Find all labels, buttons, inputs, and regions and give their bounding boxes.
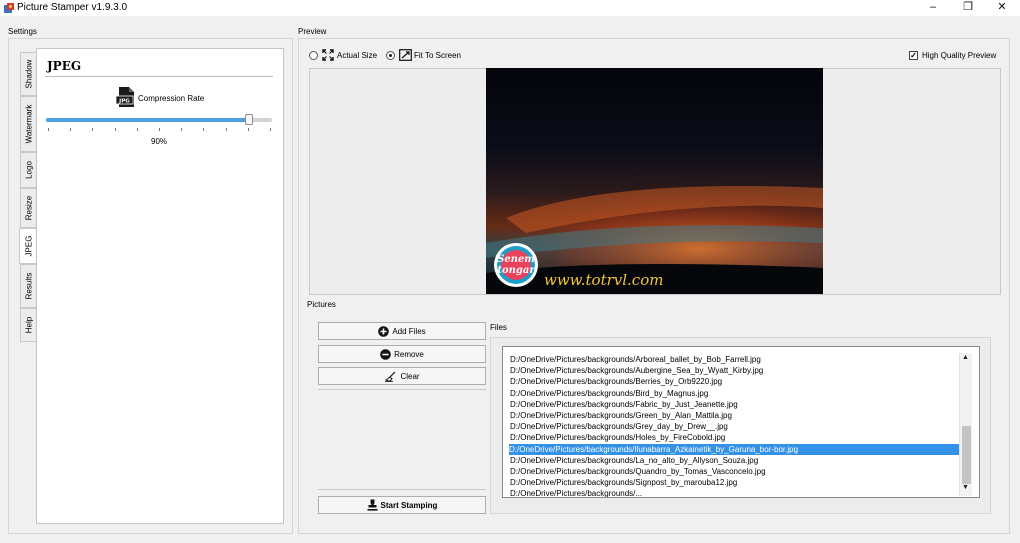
slider-tick (203, 128, 205, 131)
logo-text-bottom: tongar (497, 265, 535, 276)
tab-shadow[interactable]: Shadow (20, 52, 37, 96)
remove-button[interactable]: Remove (318, 345, 486, 363)
slider-tick (70, 128, 72, 131)
file-list[interactable]: D:/OneDrive/Pictures/backgrounds/Arborea… (502, 346, 980, 498)
slider-tick (48, 128, 49, 131)
file-list-item[interactable]: D:/OneDrive/Pictures/backgrounds/Signpos… (510, 477, 962, 488)
stamp-icon (367, 499, 378, 511)
file-list-item[interactable]: D:/OneDrive/Pictures/backgrounds/Fabric_… (510, 399, 962, 410)
tab-label: JPEG (24, 235, 34, 257)
file-list-item[interactable]: D:/OneDrive/Pictures/backgrounds/La_no_a… (510, 455, 962, 466)
minimize-button[interactable]: – (915, 0, 951, 16)
plus-circle-icon (378, 325, 390, 337)
file-list-item[interactable]: D:/OneDrive/Pictures/backgrounds/Ilunaba… (509, 443, 961, 455)
start-stamping-label: Start Stamping (380, 500, 438, 510)
file-list-scrollbar[interactable]: ▲ ▼ (959, 353, 972, 496)
slider-tick (136, 128, 138, 131)
compression-slider-fill (46, 118, 250, 122)
settings-group-label: Settings (8, 27, 37, 36)
tab-label: Resize (24, 195, 34, 221)
app-window: Picture Stamper v1.9.3.0 – ❐ ✕ Settings … (0, 0, 1020, 543)
file-list-item[interactable]: D:/OneDrive/Pictures/backgrounds/Bird_by… (510, 388, 962, 399)
compression-slider-track[interactable] (46, 118, 272, 122)
file-list-item[interactable]: D:/OneDrive/Pictures/backgrounds/Aubergi… (510, 365, 962, 376)
clear-button[interactable]: Clear (318, 367, 486, 385)
broom-icon (385, 371, 396, 382)
jpeg-title: JPEG (47, 59, 82, 73)
slider-tick (92, 128, 94, 131)
tab-results[interactable]: Results (20, 264, 37, 308)
actual-size-label[interactable]: Actual Size (337, 51, 377, 60)
jpg-icon-text: JPG (118, 98, 130, 104)
expand-icon (322, 49, 334, 61)
fit-to-screen-label[interactable]: Fit To Screen (414, 51, 461, 60)
actual-size-radio[interactable] (309, 51, 318, 60)
file-list-item[interactable]: D:/OneDrive/Pictures/backgrounds/Grey_da… (510, 421, 962, 432)
fit-screen-icon (399, 49, 412, 61)
compression-slider-handle[interactable] (245, 114, 254, 125)
tab-watermark[interactable]: Watermark (20, 96, 37, 152)
fit-to-screen-radio[interactable] (386, 51, 395, 60)
start-stamping-button[interactable]: Start Stamping (318, 496, 486, 514)
compression-rate-label: Compression Rate (138, 94, 205, 103)
compression-value: 90% (151, 137, 168, 146)
add-files-button[interactable]: Add Files (318, 322, 486, 340)
slider-tick (225, 128, 227, 131)
file-list-item[interactable]: D:/OneDrive/Pictures/backgrounds/Berries… (510, 376, 962, 387)
clear-label: Clear (400, 371, 420, 381)
stamp-divider (318, 489, 486, 490)
watermark-text: www.totrvl.com (544, 271, 663, 289)
jpg-file-icon: JPG (115, 87, 134, 107)
files-group-label: Files (490, 323, 507, 332)
title-divider (45, 76, 273, 77)
app-icon (4, 3, 14, 13)
pictures-group-label: Pictures (307, 300, 336, 309)
tab-label: Shadow (24, 59, 34, 89)
add-files-label: Add Files (392, 326, 426, 336)
tab-label: Watermark (24, 104, 34, 144)
file-list-item[interactable]: D:/OneDrive/Pictures/backgrounds/Holes_b… (510, 432, 962, 443)
file-list-item[interactable]: D:/OneDrive/Pictures/backgrounds/Quandro… (510, 466, 962, 477)
slider-tick (270, 128, 271, 131)
file-list-item[interactable]: D:/OneDrive/Pictures/backgrounds/Arborea… (510, 354, 962, 365)
slider-tick (181, 128, 183, 131)
preview-group-label: Preview (298, 27, 327, 36)
jpeg-settings-page: JPEG JPG Compression Rate 90% (36, 48, 284, 524)
slider-tick (114, 128, 116, 131)
preview-image: Senem tongar www.totrvl.com (486, 68, 823, 294)
maximize-button[interactable]: ❐ (950, 0, 986, 16)
file-list-item[interactable]: D:/OneDrive/Pictures/backgrounds/... (510, 488, 962, 497)
tab-logo[interactable]: Logo (20, 152, 37, 188)
file-list-item[interactable]: D:/OneDrive/Pictures/backgrounds/Green_b… (510, 410, 962, 421)
tab-resize[interactable]: Resize (20, 188, 37, 228)
slider-tick (159, 128, 160, 131)
window-title: Picture Stamper v1.9.3.0 (17, 2, 128, 13)
tab-help[interactable]: Help (20, 308, 37, 342)
tab-label: Results (24, 272, 34, 300)
tab-label: Help (24, 316, 34, 334)
minus-circle-icon (380, 348, 391, 360)
close-button[interactable]: ✕ (984, 0, 1020, 16)
title-bar[interactable]: Picture Stamper v1.9.3.0 – ❐ ✕ (0, 0, 1020, 16)
high-quality-checkbox[interactable]: ✓ (909, 51, 918, 60)
high-quality-label[interactable]: High Quality Preview (922, 51, 996, 60)
remove-label: Remove (394, 349, 424, 359)
scroll-thumb[interactable] (962, 426, 971, 484)
sunset-photo: Senem tongar www.totrvl.com (486, 68, 823, 294)
scroll-down-arrow[interactable]: ▼ (962, 484, 969, 491)
slider-tick (247, 128, 249, 131)
scroll-up-arrow[interactable]: ▲ (962, 354, 969, 361)
logo-text-top: Senem (497, 254, 535, 265)
tab-label: Logo (24, 161, 34, 179)
buttons-divider (318, 389, 486, 390)
